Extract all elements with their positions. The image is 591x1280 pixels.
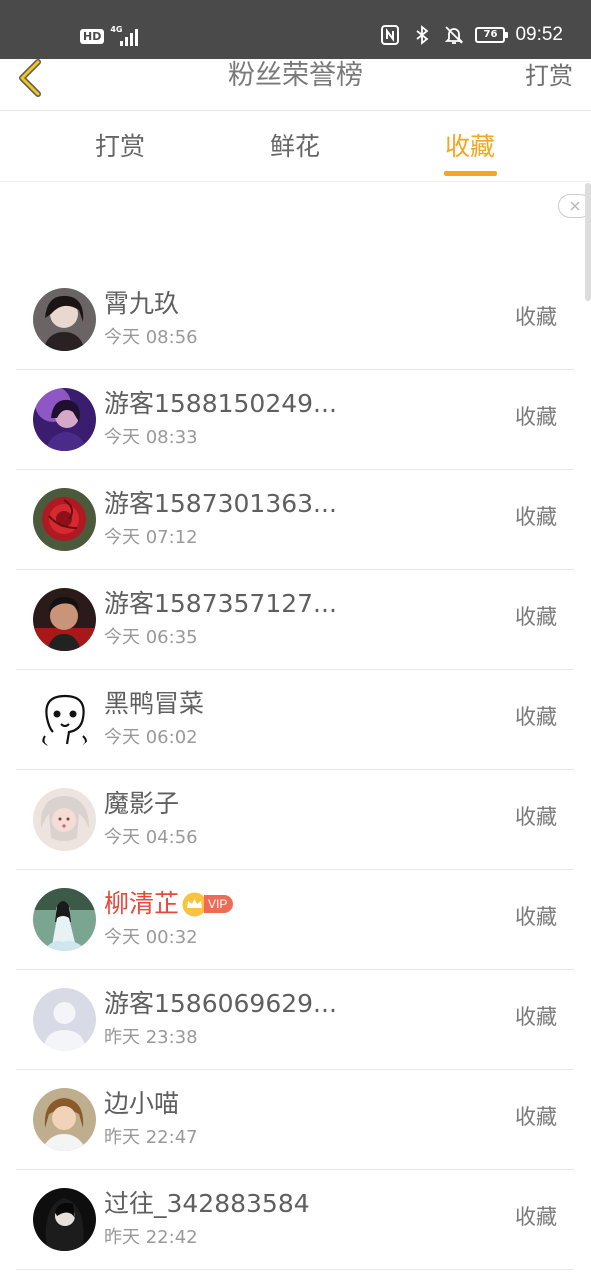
timestamp: 今天 08:56: [104, 327, 198, 348]
status-time: 09:52: [515, 24, 563, 45]
page-title: 粉丝荣誉榜: [228, 60, 363, 91]
timestamp: 昨天 22:42: [104, 1227, 198, 1248]
list-item[interactable]: 游客1588150249... 今天 08:33 收藏: [0, 370, 591, 470]
action-label: 收藏: [515, 505, 557, 529]
battery-icon: 76: [475, 27, 509, 43]
user-name: 过往_342883584: [104, 1189, 310, 1218]
timestamp: 今天 08:33: [104, 427, 198, 448]
action-label: 收藏: [515, 605, 557, 629]
list-item[interactable]: 过往_342883584 昨天 22:42 收藏: [0, 1170, 591, 1270]
bluetooth-icon: [416, 25, 429, 45]
list-item[interactable]: 游客1587301363... 今天 07:12 收藏: [0, 470, 591, 570]
timestamp: 昨天 22:47: [104, 1127, 198, 1148]
list-item[interactable]: 柳清芷 VIP 今天 00:32 收藏: [0, 870, 591, 970]
tab-bar: 打赏 鲜花 收藏: [0, 112, 591, 182]
user-name: 黑鸭冒菜: [104, 689, 205, 718]
signal-icon: 4G: [110, 25, 140, 46]
action-label: 收藏: [515, 305, 557, 329]
avatar: [33, 1188, 96, 1251]
nfc-icon: [381, 25, 400, 45]
nav-bar: 粉丝荣誉榜 打赏: [0, 59, 591, 111]
status-right: 76 09:52: [379, 24, 563, 46]
tab-favorites[interactable]: 收藏: [410, 130, 530, 164]
list-item[interactable]: 游客1587357127... 今天 06:35 收藏: [0, 570, 591, 670]
timestamp: 今天 07:12: [104, 527, 198, 548]
mute-bell-icon: [445, 26, 464, 44]
fan-list: 霄九玖 今天 08:56 收藏 游客1588150249... 今天 08:33…: [0, 270, 591, 1270]
list-item[interactable]: 霄九玖 今天 08:56 收藏: [0, 270, 591, 370]
avatar: [33, 388, 96, 451]
avatar: [33, 488, 96, 551]
timestamp: 今天 04:56: [104, 827, 198, 848]
action-label: 收藏: [515, 1005, 557, 1029]
avatar: [33, 1088, 96, 1151]
timestamp: 昨天 23:38: [104, 1027, 198, 1048]
close-icon: [570, 201, 580, 211]
list-item[interactable]: 边小喵 昨天 22:47 收藏: [0, 1070, 591, 1170]
action-label: 收藏: [515, 805, 557, 829]
user-name: 游客1588150249...: [104, 389, 337, 418]
hd-badge: HD: [80, 28, 105, 44]
avatar: [33, 888, 96, 951]
action-label: 收藏: [515, 405, 557, 429]
tab-flowers[interactable]: 鲜花: [235, 130, 355, 164]
vip-badge: VIP: [204, 895, 234, 913]
user-name: 游客1587301363...: [104, 489, 337, 518]
timestamp: 今天 06:35: [104, 627, 198, 648]
action-label: 收藏: [515, 905, 557, 929]
user-name: 游客1586069629...: [104, 989, 337, 1018]
action-label: 收藏: [515, 1105, 557, 1129]
avatar: [33, 688, 96, 751]
user-name: 游客1587357127...: [104, 589, 337, 618]
user-name: 魔影子: [104, 789, 180, 818]
user-name: 边小喵: [104, 1089, 180, 1118]
list-item[interactable]: 黑鸭冒菜 今天 06:02 收藏: [0, 670, 591, 770]
list-item[interactable]: 魔影子 今天 04:56 收藏: [0, 770, 591, 870]
action-label: 收藏: [515, 1205, 557, 1229]
avatar: [33, 988, 96, 1051]
user-name: 霄九玖: [104, 289, 180, 318]
list-item[interactable]: 游客1586069629... 昨天 23:38 收藏: [0, 970, 591, 1070]
status-bar: HD 4G 76 09:52: [0, 0, 591, 59]
timestamp: 今天 00:32: [104, 927, 198, 948]
timestamp: 今天 06:02: [104, 727, 198, 748]
status-left: HD 4G: [80, 25, 140, 46]
tab-active-indicator: [444, 171, 497, 176]
avatar: [33, 288, 96, 351]
avatar: [33, 788, 96, 851]
avatar: [33, 588, 96, 651]
user-name: 柳清芷 VIP: [104, 888, 234, 920]
tab-reward[interactable]: 打赏: [60, 130, 180, 164]
reward-button[interactable]: 打赏: [525, 59, 573, 93]
action-label: 收藏: [515, 705, 557, 729]
